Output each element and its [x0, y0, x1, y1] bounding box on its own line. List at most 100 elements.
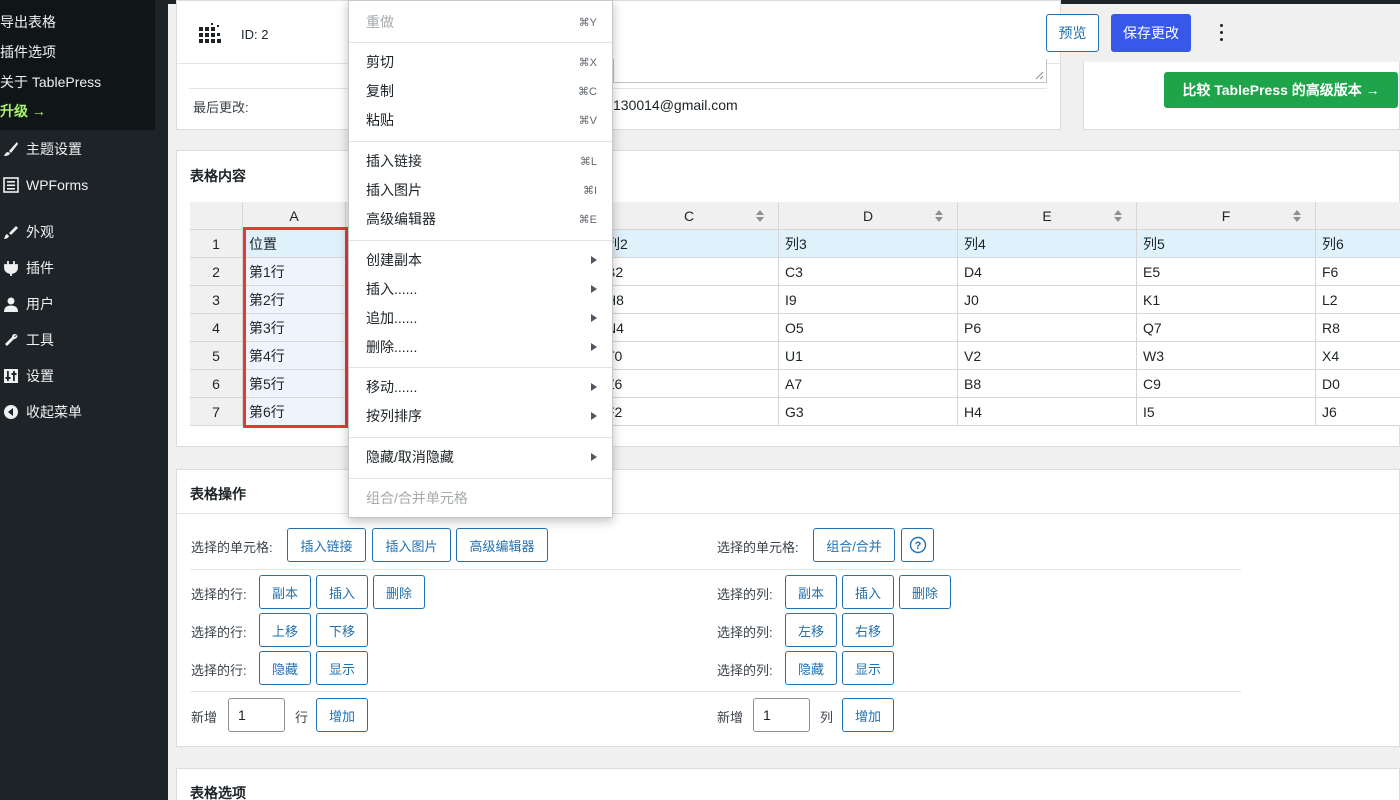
row-header[interactable]: 2: [190, 258, 243, 286]
sidebar-item-users[interactable]: 用户: [0, 290, 54, 318]
add-rows-button[interactable]: 增加: [316, 698, 368, 732]
submenu-plugin-options[interactable]: 插件选项: [0, 42, 56, 62]
col-hide-button[interactable]: 隐藏: [785, 651, 837, 685]
table-cell[interactable]: R8: [1316, 314, 1400, 342]
table-cell[interactable]: V2: [958, 342, 1137, 370]
table-cell[interactable]: X4: [1316, 342, 1400, 370]
col-delete-button[interactable]: 删除: [899, 575, 951, 609]
insert-link-button[interactable]: 插入链接: [287, 528, 366, 562]
table-cell[interactable]: 列2: [600, 230, 779, 258]
table-cell[interactable]: 第1行: [243, 258, 346, 286]
table-cell[interactable]: 第6行: [243, 398, 346, 426]
context-menu-item[interactable]: 高级编辑器 ⌘E: [366, 208, 597, 230]
table-cell[interactable]: O5: [779, 314, 958, 342]
advanced-editor-button[interactable]: 高级编辑器: [456, 528, 548, 562]
sidebar-item-wpforms[interactable]: WPForms: [0, 171, 88, 199]
sidebar-item-settings[interactable]: 设置: [0, 362, 54, 390]
table-cell[interactable]: N4: [600, 314, 779, 342]
column-header[interactable]: D: [779, 202, 958, 230]
add-cols-input[interactable]: 1: [753, 698, 810, 732]
sort-arrows-icon[interactable]: [1293, 210, 1301, 222]
preview-button[interactable]: 预览: [1046, 14, 1099, 52]
context-menu-item[interactable]: 复制 ⌘C: [366, 80, 597, 102]
column-header[interactable]: C: [600, 202, 779, 230]
row-delete-button[interactable]: 删除: [373, 575, 425, 609]
insert-image-button[interactable]: 插入图片: [372, 528, 451, 562]
table-cell[interactable]: A7: [779, 370, 958, 398]
table-cell[interactable]: E5: [1137, 258, 1316, 286]
table-cell[interactable]: B2: [600, 258, 779, 286]
table-cell[interactable]: F2: [600, 398, 779, 426]
table-cell[interactable]: 列5: [1137, 230, 1316, 258]
table-cell[interactable]: W3: [1137, 342, 1316, 370]
table-cell[interactable]: C3: [779, 258, 958, 286]
table-cell[interactable]: F6: [1316, 258, 1400, 286]
compare-premium-button[interactable]: 比较 TablePress 的高级版本 →: [1164, 72, 1398, 108]
table-cell[interactable]: U1: [779, 342, 958, 370]
table-cell[interactable]: P6: [958, 314, 1137, 342]
col-copy-button[interactable]: 副本: [785, 575, 837, 609]
table-cell[interactable]: 位置: [243, 230, 346, 258]
sidebar-item-appearance[interactable]: 外观: [0, 218, 54, 246]
context-menu-item[interactable]: 隐藏/取消隐藏: [366, 446, 597, 468]
row-copy-button[interactable]: 副本: [259, 575, 311, 609]
sidebar-item-plugins[interactable]: 插件: [0, 254, 54, 282]
table-cell[interactable]: 第4行: [243, 342, 346, 370]
table-cell[interactable]: 列4: [958, 230, 1137, 258]
row-move-down-button[interactable]: 下移: [316, 613, 368, 647]
row-hide-button[interactable]: 隐藏: [259, 651, 311, 685]
table-cell[interactable]: 列3: [779, 230, 958, 258]
submenu-upgrade[interactable]: 升级 →: [0, 101, 46, 121]
combine-merge-button[interactable]: 组合/合并: [813, 528, 895, 562]
table-cell[interactable]: 第3行: [243, 314, 346, 342]
column-header[interactable]: [1316, 202, 1400, 230]
add-rows-input[interactable]: 1: [228, 698, 285, 732]
table-cell[interactable]: G3: [779, 398, 958, 426]
sidebar-item-theme-settings[interactable]: 主题设置: [0, 135, 82, 163]
table-cell[interactable]: C9: [1137, 370, 1316, 398]
table-cell[interactable]: D0: [1316, 370, 1400, 398]
add-cols-button[interactable]: 增加: [842, 698, 894, 732]
context-menu-item[interactable]: 删除......: [366, 336, 597, 358]
row-insert-button[interactable]: 插入: [316, 575, 368, 609]
context-menu-item[interactable]: 插入......: [366, 278, 597, 300]
sort-arrows-icon[interactable]: [935, 210, 943, 222]
table-cell[interactable]: L2: [1316, 286, 1400, 314]
column-header[interactable]: F: [1137, 202, 1316, 230]
table-cell[interactable]: K1: [1137, 286, 1316, 314]
context-menu-item[interactable]: 追加......: [366, 307, 597, 329]
context-menu-item[interactable]: 插入链接 ⌘L: [366, 150, 597, 172]
sort-arrows-icon[interactable]: [1114, 210, 1122, 222]
description-textarea[interactable]: [613, 59, 1047, 83]
submenu-about[interactable]: 关于 TablePress: [0, 72, 101, 92]
table-cell[interactable]: Z6: [600, 370, 779, 398]
column-header[interactable]: A: [243, 202, 346, 230]
table-cell[interactable]: H4: [958, 398, 1137, 426]
table-cell[interactable]: I9: [779, 286, 958, 314]
col-show-button[interactable]: 显示: [842, 651, 894, 685]
context-menu-item[interactable]: 创建副本: [366, 249, 597, 271]
submenu-export[interactable]: 导出表格: [0, 12, 56, 32]
row-header[interactable]: 5: [190, 342, 243, 370]
column-header[interactable]: E: [958, 202, 1137, 230]
row-header[interactable]: 4: [190, 314, 243, 342]
table-cell[interactable]: B8: [958, 370, 1137, 398]
col-move-right-button[interactable]: 右移: [842, 613, 894, 647]
row-show-button[interactable]: 显示: [316, 651, 368, 685]
table-cell[interactable]: Q7: [1137, 314, 1316, 342]
context-menu-item[interactable]: 剪切 ⌘X: [366, 51, 597, 73]
table-cell[interactable]: 第5行: [243, 370, 346, 398]
context-menu-item[interactable]: 按列排序: [366, 405, 597, 427]
context-menu-item[interactable]: 插入图片 ⌘I: [366, 179, 597, 201]
row-header[interactable]: 1: [190, 230, 243, 258]
table-cell[interactable]: J0: [958, 286, 1137, 314]
table-cell[interactable]: T0: [600, 342, 779, 370]
row-header[interactable]: 3: [190, 286, 243, 314]
save-changes-button[interactable]: 保存更改: [1111, 14, 1191, 52]
table-cell[interactable]: J6: [1316, 398, 1400, 426]
sidebar-item-collapse[interactable]: 收起菜单: [0, 398, 82, 426]
kebab-menu-icon[interactable]: [1218, 22, 1226, 42]
context-menu-item[interactable]: 粘贴 ⌘V: [366, 109, 597, 131]
row-move-up-button[interactable]: 上移: [259, 613, 311, 647]
col-insert-button[interactable]: 插入: [842, 575, 894, 609]
